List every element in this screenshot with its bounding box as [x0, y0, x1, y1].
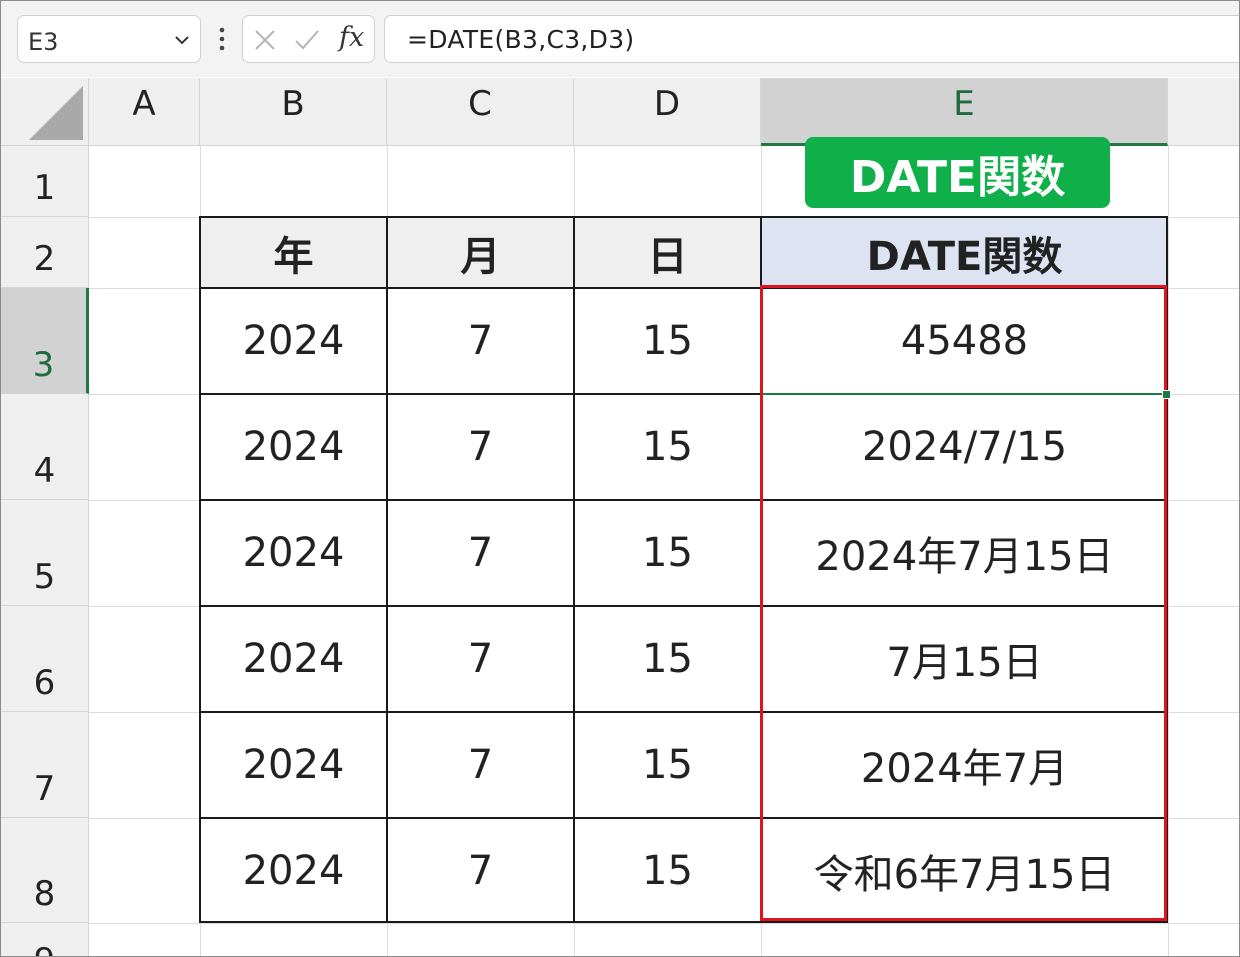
row-header-9[interactable]: 9 — [1, 923, 89, 956]
cell-c5[interactable]: 7 — [387, 500, 574, 606]
row-header-1[interactable]: 1 — [1, 146, 89, 217]
cell-b8[interactable]: 2024 — [200, 818, 387, 923]
column-header-d[interactable]: D — [574, 78, 761, 146]
more-options-icon[interactable] — [212, 23, 232, 55]
cell-d5[interactable]: 15 — [574, 500, 761, 606]
row-header-7[interactable]: 7 — [1, 712, 89, 818]
select-all-triangle-icon — [29, 86, 83, 140]
row-number: 1 — [33, 168, 56, 208]
enter-check-icon[interactable] — [293, 26, 321, 54]
header-cell-month[interactable]: 月 — [387, 217, 574, 288]
spreadsheet-window: E3 fx =DATE(B3,C3,D3) A B C D E 1 2 3 4 … — [0, 0, 1240, 957]
row-number: 4 — [33, 451, 56, 491]
column-header-b[interactable]: B — [200, 78, 387, 146]
row-header-2[interactable]: 2 — [1, 217, 89, 288]
cell-d7[interactable]: 15 — [574, 712, 761, 818]
highlight-frame — [760, 285, 1167, 921]
cell-c3[interactable]: 7 — [387, 288, 574, 394]
cell-b4[interactable]: 2024 — [200, 394, 387, 500]
name-box-value: E3 — [28, 28, 59, 56]
row-header-3[interactable]: 3 — [1, 288, 89, 394]
formula-text: =DATE(B3,C3,D3) — [407, 25, 635, 54]
cell-c4[interactable]: 7 — [387, 394, 574, 500]
cell-d8[interactable]: 15 — [574, 818, 761, 923]
row-number: 7 — [33, 769, 56, 809]
column-header-f[interactable] — [1168, 78, 1239, 146]
header-cell-day[interactable]: 日 — [574, 217, 761, 288]
insert-function-icon[interactable]: fx — [339, 22, 364, 53]
row-number: 6 — [33, 663, 56, 703]
row-number: 5 — [33, 557, 56, 597]
name-box[interactable]: E3 — [17, 15, 201, 63]
column-header-c[interactable]: C — [387, 78, 574, 146]
row-number: 8 — [33, 874, 56, 914]
cell-b6[interactable]: 2024 — [200, 606, 387, 712]
select-all-corner[interactable] — [1, 78, 89, 146]
cell-b3[interactable]: 2024 — [200, 288, 387, 394]
row-header-5[interactable]: 5 — [1, 500, 89, 606]
chevron-down-icon[interactable] — [172, 30, 192, 50]
row-number: 2 — [33, 239, 56, 279]
column-header-e[interactable]: E — [761, 78, 1168, 146]
formula-buttons: fx — [242, 15, 375, 63]
fill-handle[interactable] — [1162, 390, 1171, 399]
formula-bar: E3 fx =DATE(B3,C3,D3) — [1, 1, 1239, 77]
row-number: 3 — [32, 345, 55, 385]
cell-b7[interactable]: 2024 — [200, 712, 387, 818]
cell-c7[interactable]: 7 — [387, 712, 574, 818]
formula-input[interactable]: =DATE(B3,C3,D3) — [384, 15, 1239, 63]
cell-d6[interactable]: 15 — [574, 606, 761, 712]
row-header-8[interactable]: 8 — [1, 818, 89, 923]
callout-label: DATE関数 — [805, 137, 1110, 208]
gridline — [1168, 146, 1169, 956]
cell-c8[interactable]: 7 — [387, 818, 574, 923]
gridline — [89, 923, 1239, 924]
table-border — [199, 216, 1168, 218]
row-header-6[interactable]: 6 — [1, 606, 89, 712]
cell-b5[interactable]: 2024 — [200, 500, 387, 606]
header-cell-date-function[interactable]: DATE関数 — [761, 217, 1168, 288]
column-header-a[interactable]: A — [89, 78, 200, 146]
header-cell-year[interactable]: 年 — [200, 217, 387, 288]
cell-c6[interactable]: 7 — [387, 606, 574, 712]
cell-d4[interactable]: 15 — [574, 394, 761, 500]
table-border — [199, 921, 1168, 923]
row-header-4[interactable]: 4 — [1, 394, 89, 500]
cancel-icon[interactable] — [251, 26, 279, 54]
cell-d3[interactable]: 15 — [574, 288, 761, 394]
row-number: 9 — [1, 941, 88, 956]
active-cell-indicator — [762, 393, 1165, 395]
